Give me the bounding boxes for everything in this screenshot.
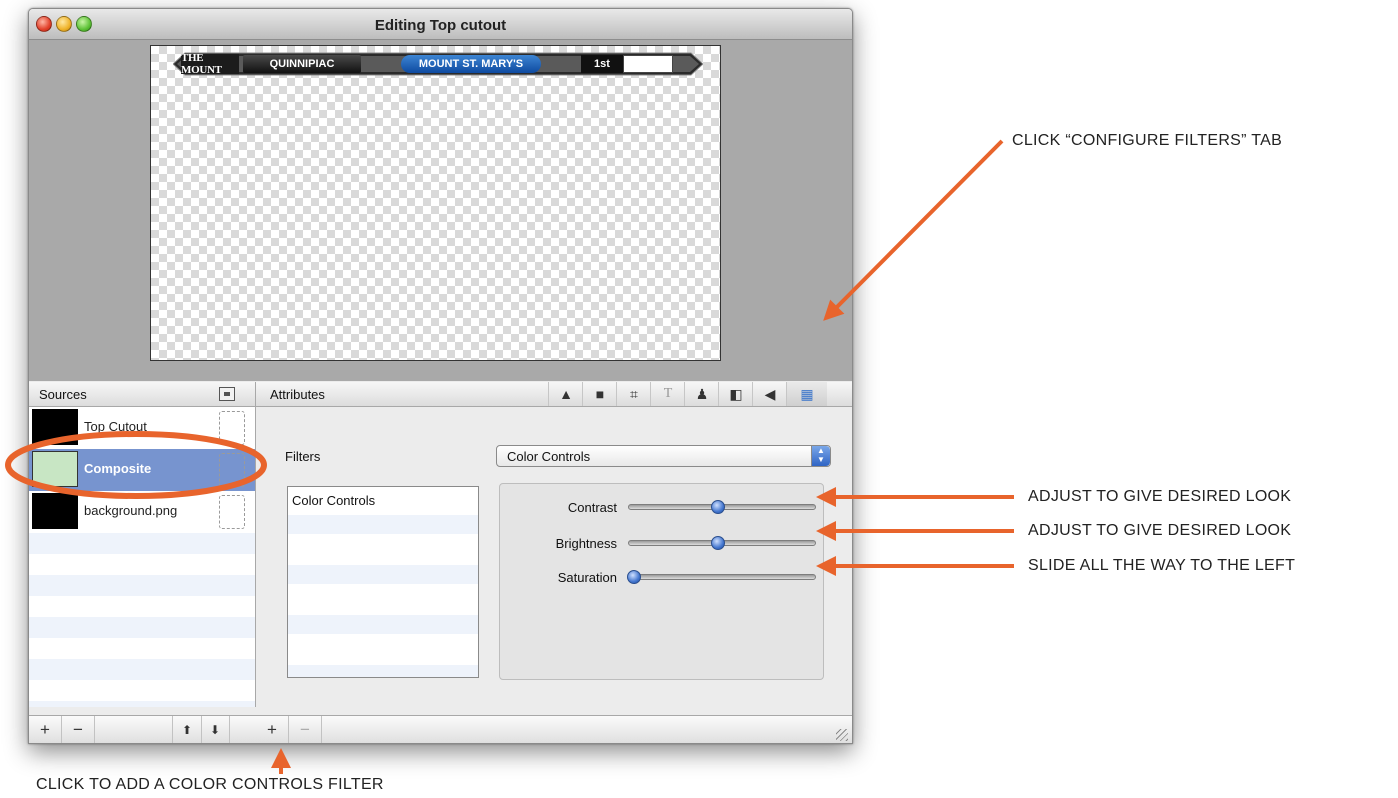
sources-header: Sources	[29, 382, 256, 407]
source-label: Composite	[84, 461, 152, 476]
filter-controls-box: Contrast Brightness Saturation	[499, 483, 824, 680]
move-down-button[interactable]: ⬇	[201, 716, 230, 743]
brightness-slider[interactable]	[628, 536, 816, 550]
scorebug-graphic: THE MOUNT QUINNIPIAC MOUNT ST. MARY'S 1s…	[173, 52, 703, 76]
sources-list[interactable]: Top Cutout Composite background.png	[29, 407, 256, 707]
title-bar[interactable]: Editing Top cutout	[29, 9, 852, 40]
add-source-button[interactable]: +	[29, 716, 62, 743]
contrast-label: Contrast	[567, 500, 617, 515]
brightness-slider-knob[interactable]	[711, 536, 725, 550]
list-stripe	[288, 565, 478, 584]
source-item-background[interactable]: background.png	[29, 491, 255, 533]
list-stripe	[29, 701, 255, 707]
audio-icon[interactable]: ◀	[752, 382, 787, 406]
source-item-composite[interactable]: Composite	[29, 449, 255, 491]
window-title: Editing Top cutout	[374, 17, 507, 34]
filter-select[interactable]: Color Controls ▲ ▼	[496, 445, 831, 467]
preview-area: THE MOUNT QUINNIPIAC MOUNT ST. MARY'S 1s…	[29, 40, 852, 381]
remove-source-button[interactable]: −	[62, 716, 95, 743]
filter-list-item[interactable]: Color Controls	[292, 493, 375, 508]
list-stripe	[29, 659, 255, 680]
scorebug-score-box	[623, 55, 673, 73]
resize-grip-icon[interactable]	[836, 729, 848, 741]
filter-select-value: Color Controls	[507, 449, 591, 464]
select-arrows-icon: ▲ ▼	[811, 446, 830, 466]
list-stripe	[29, 533, 255, 554]
annotation-contrast: ADJUST TO GIVE DESIRED LOOK	[1028, 488, 1292, 505]
annotation-saturation: SLIDE ALL THE WAY TO THE LEFT	[1028, 557, 1296, 574]
add-filter-button[interactable]: +	[256, 716, 289, 743]
attributes-header: Attributes ▲ ■ ⌗ T ♟ ◧ ◀ ▦	[256, 382, 852, 407]
source-drop-target[interactable]	[219, 411, 245, 445]
crop-icon[interactable]: ⌗	[616, 382, 651, 406]
remove-filter-button[interactable]: −	[289, 716, 322, 743]
source-item-top-cutout[interactable]: Top Cutout	[29, 407, 255, 449]
saturation-slider[interactable]	[627, 570, 816, 584]
shapes-icon[interactable]: ▲	[548, 382, 583, 406]
attributes-title: Attributes	[270, 387, 325, 402]
source-thumbnail	[32, 451, 78, 487]
scorebug-period: 1st	[581, 55, 623, 73]
source-thumbnail	[32, 493, 78, 529]
contrast-slider-knob[interactable]	[711, 500, 725, 514]
saturation-slider-knob[interactable]	[627, 570, 641, 584]
annotation-brightness: ADJUST TO GIVE DESIRED LOOK	[1028, 522, 1292, 539]
sources-footer: + − ⬆ ⬇	[29, 715, 257, 743]
source-thumbnail	[32, 409, 78, 445]
sources-options-button[interactable]	[219, 387, 235, 401]
source-label: Top Cutout	[84, 419, 147, 434]
list-stripe	[288, 665, 478, 677]
source-drop-target[interactable]	[219, 453, 245, 487]
annotation-configure-tab: CLICK “CONFIGURE FILTERS” TAB	[1012, 132, 1283, 149]
filter-list[interactable]: Color Controls	[287, 486, 479, 678]
folder-icon[interactable]: ■	[582, 382, 617, 406]
contrast-slider[interactable]	[628, 500, 816, 514]
filters-label: Filters	[285, 449, 321, 464]
app-window: Editing Top cutout THE MOUNT QUINNIPIAC …	[28, 8, 853, 744]
list-stripe	[288, 615, 478, 634]
saturation-label: Saturation	[557, 570, 617, 585]
list-stripe	[29, 575, 255, 596]
list-stripe	[29, 617, 255, 638]
move-up-button[interactable]: ⬆	[172, 716, 202, 743]
configure-filters-tab[interactable]: ▦	[786, 382, 827, 406]
preview-canvas[interactable]: THE MOUNT QUINNIPIAC MOUNT ST. MARY'S 1s…	[150, 45, 721, 361]
attributes-body: Filters Color Controls ▲ ▼ Color Controls…	[256, 407, 852, 715]
brightness-label: Brightness	[555, 536, 617, 551]
list-stripe	[288, 515, 478, 534]
scorebug-logo: THE MOUNT	[181, 52, 239, 76]
text-icon[interactable]: T	[650, 382, 685, 406]
scorebug-team-left: QUINNIPIAC	[243, 55, 361, 73]
source-label: background.png	[84, 503, 178, 518]
scorebug-team-right: MOUNT ST. MARY'S	[401, 55, 541, 73]
source-drop-target[interactable]	[219, 495, 245, 529]
attributes-footer: + −	[256, 715, 852, 743]
split-icon[interactable]: ◧	[718, 382, 753, 406]
annotation-add-filter: CLICK TO ADD A COLOR CONTROLS FILTER	[36, 776, 384, 793]
sources-title: Sources	[39, 387, 87, 402]
person-icon[interactable]: ♟	[684, 382, 719, 406]
